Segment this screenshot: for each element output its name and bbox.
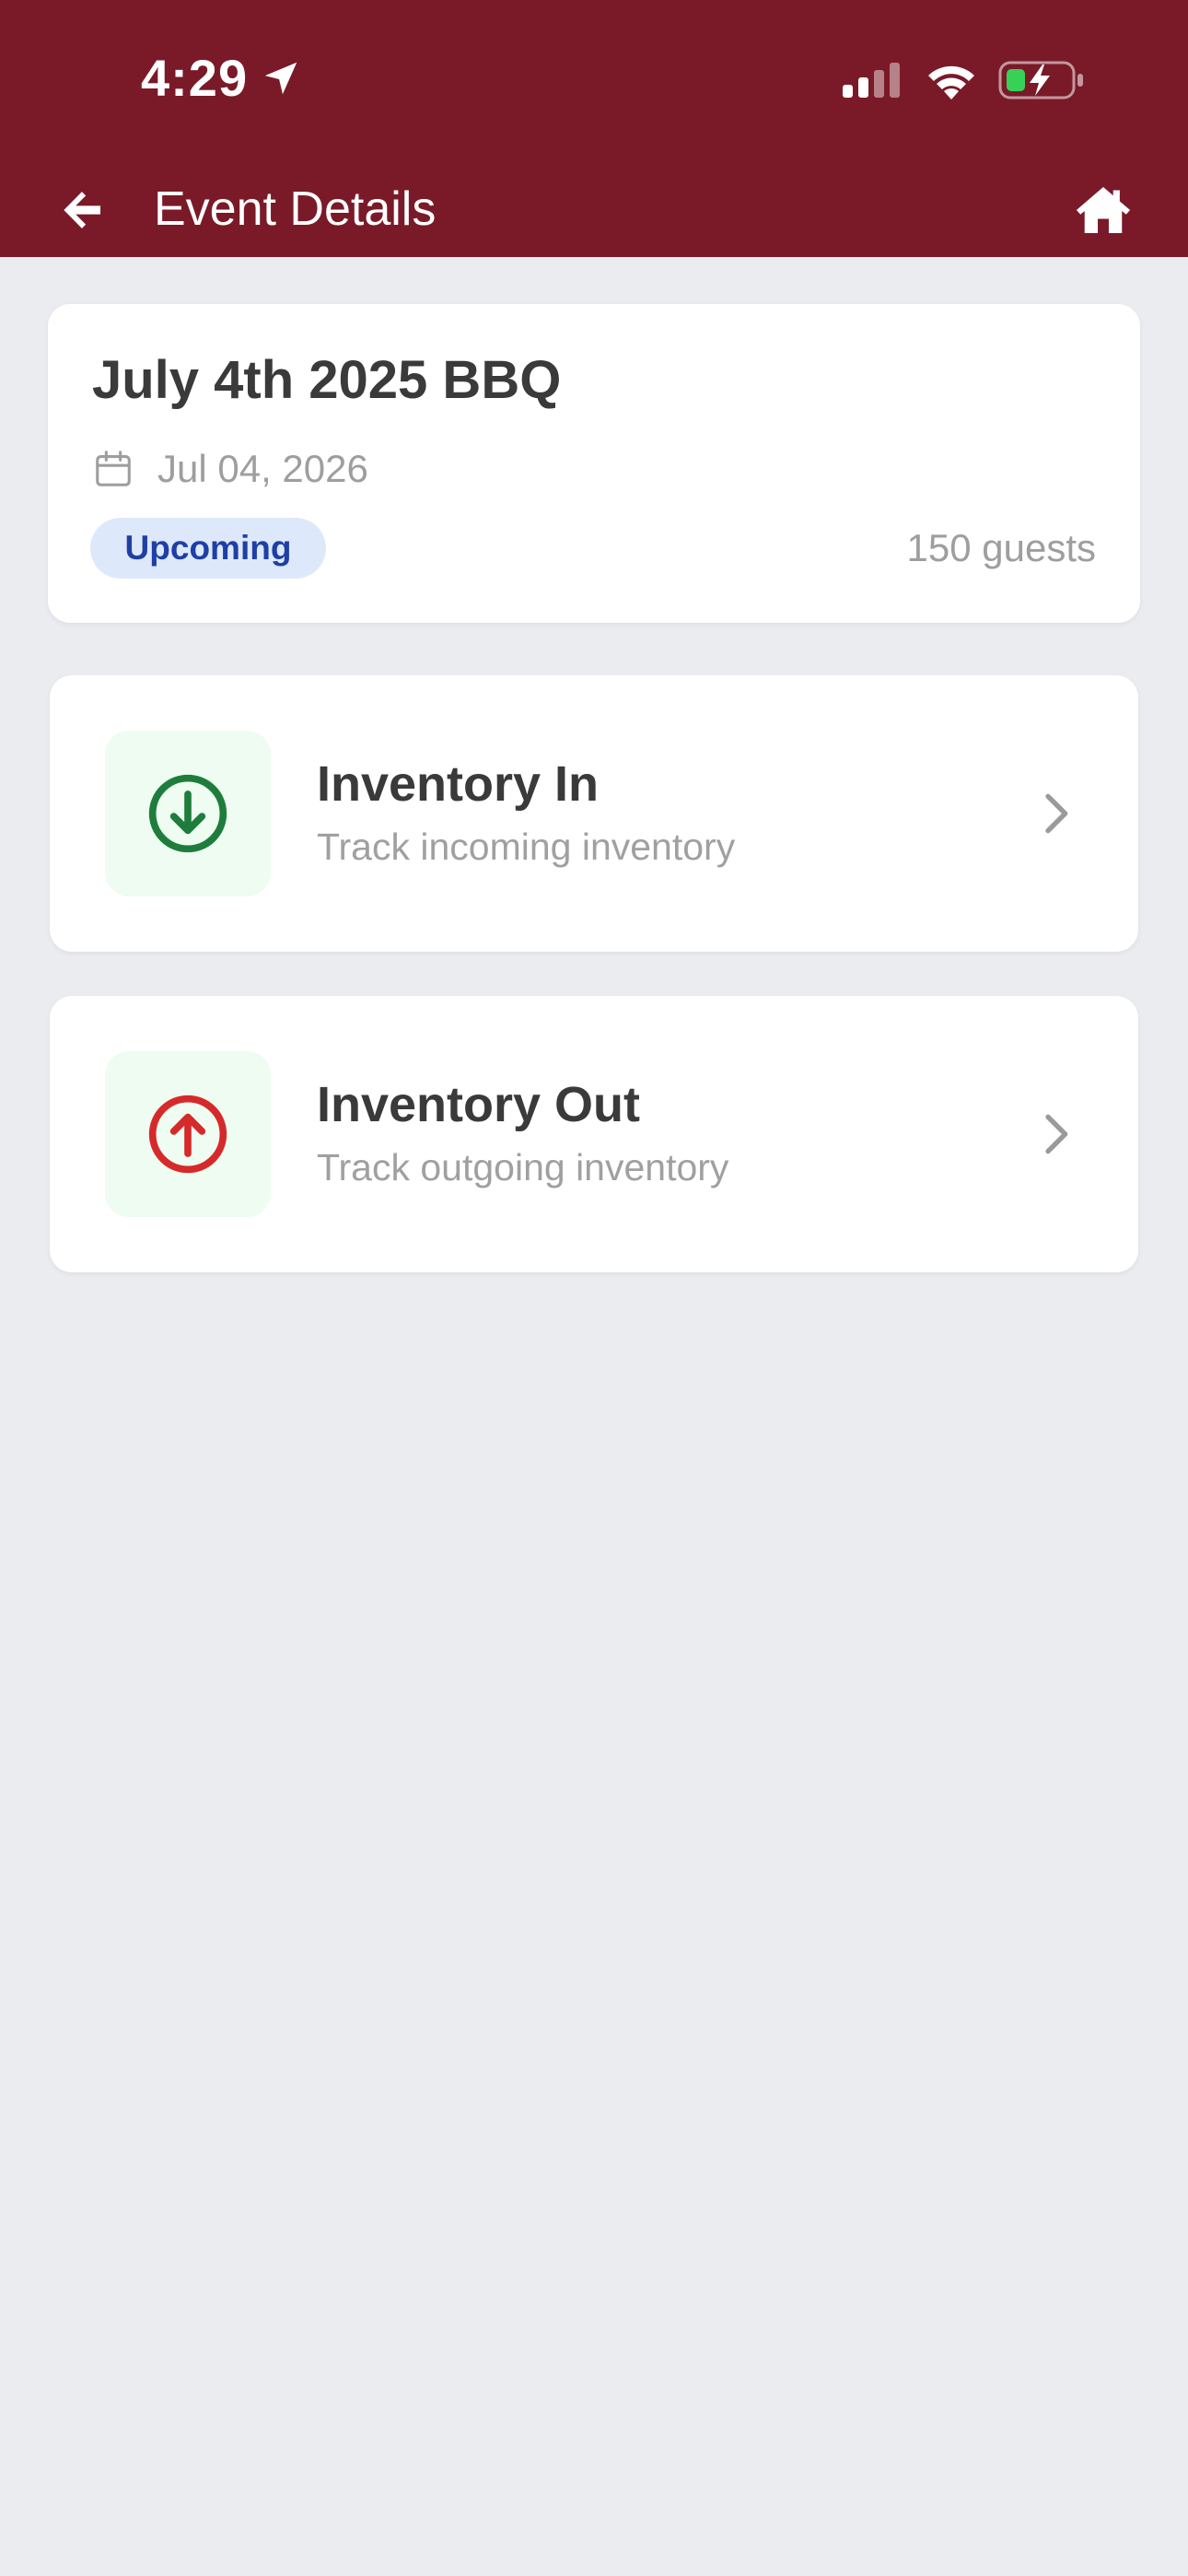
inventory-out-title: Inventory Out — [317, 1077, 641, 1132]
back-button[interactable] — [46, 175, 116, 245]
page-title: Event Details — [154, 182, 437, 236]
inventory-in-icon-box — [105, 731, 271, 896]
event-title: July 4th 2025 BBQ — [92, 350, 562, 410]
inventory-out-subtitle: Track outgoing inventory — [317, 1146, 729, 1188]
calendar-icon — [96, 451, 131, 486]
home-icon — [1076, 186, 1131, 234]
guest-count: 150 guests — [906, 526, 1097, 569]
event-summary-card: July 4th 2025 BBQ Jul 04, 2026 Upcoming … — [48, 304, 1140, 623]
home-button[interactable] — [1068, 175, 1138, 245]
inventory-in-subtitle: Track incoming inventory — [317, 825, 736, 868]
inventory-out-icon-box — [105, 1051, 271, 1217]
battery-charging-icon — [998, 61, 1083, 100]
status-time: 4:29 — [141, 49, 249, 107]
inventory-in-card[interactable]: Inventory In Track incoming inventory — [50, 675, 1138, 952]
wifi-icon — [928, 65, 974, 100]
arrow-left-icon — [64, 192, 100, 228]
status-badge: Upcoming — [90, 518, 326, 579]
cellular-signal-icon — [843, 63, 900, 98]
chevron-right-icon — [1045, 793, 1068, 834]
chevron-right-icon — [1045, 1114, 1068, 1154]
inventory-in-title: Inventory In — [317, 756, 600, 812]
location-arrow-icon — [264, 62, 297, 95]
event-date: Jul 04, 2026 — [157, 447, 368, 490]
inventory-out-card[interactable]: Inventory Out Track outgoing inventory — [50, 996, 1138, 1272]
arrow-up-circle-icon — [148, 1095, 227, 1174]
arrow-down-circle-icon — [148, 774, 227, 853]
app-header: 4:29 Event Details — [0, 0, 1188, 257]
